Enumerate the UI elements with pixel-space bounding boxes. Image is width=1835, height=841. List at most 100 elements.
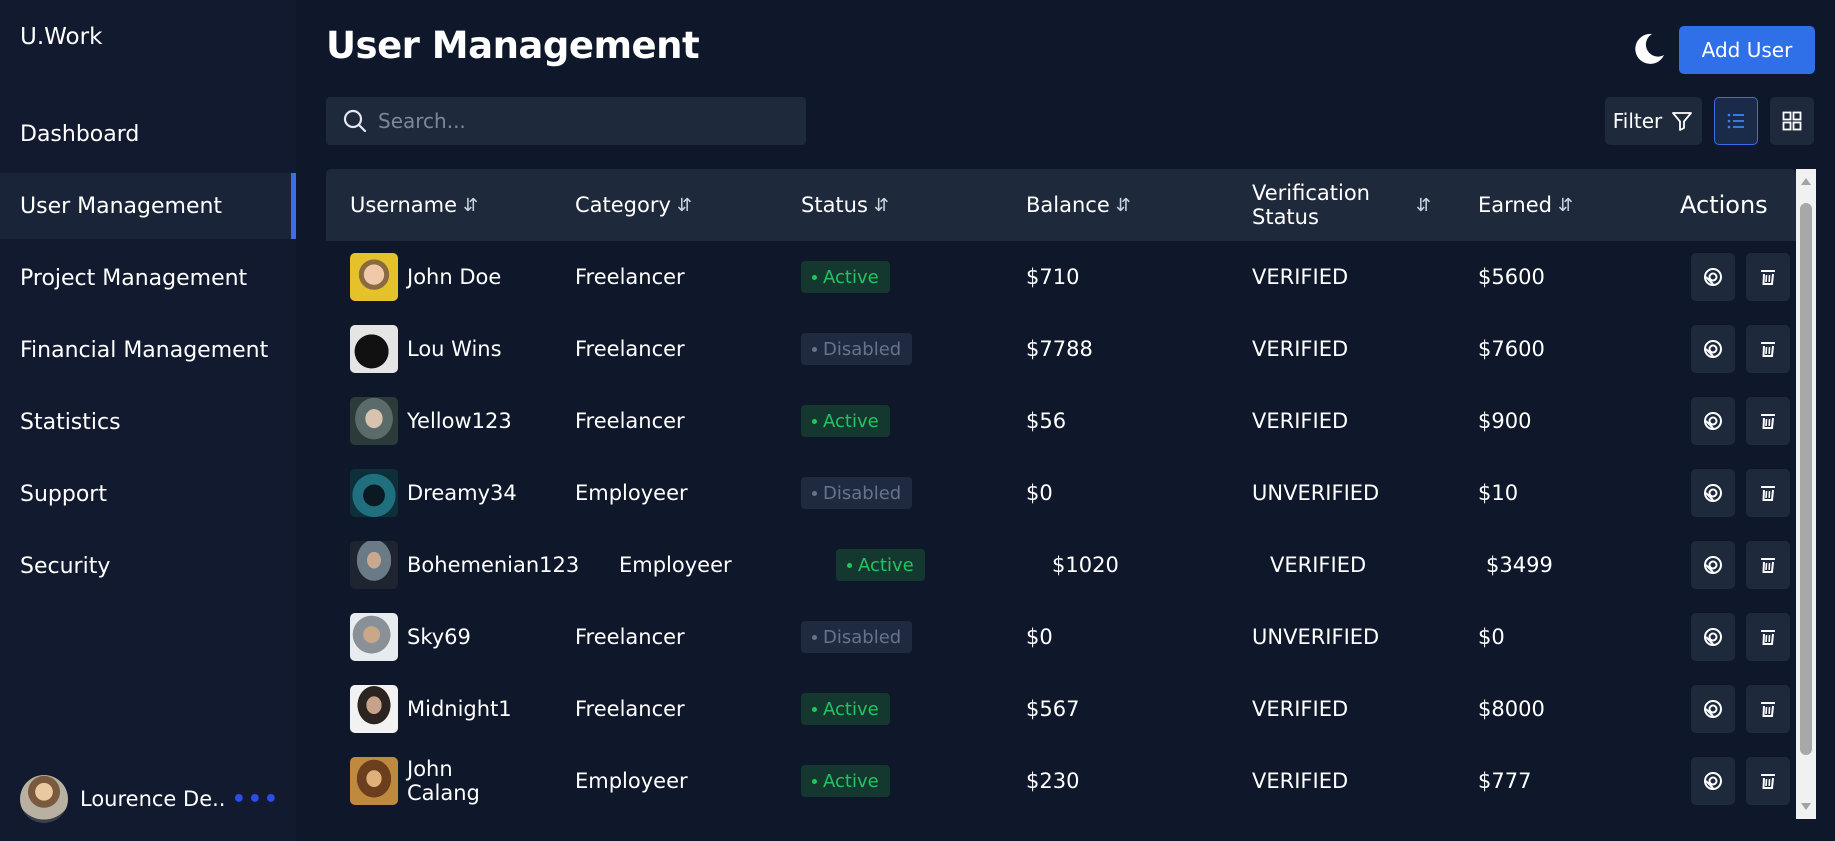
users-table: Username ⇵ Category ⇵ Status ⇵ Balance ⇵ Ver… xyxy=(326,169,1796,841)
column-label: Verification Status xyxy=(1252,181,1370,229)
view-button[interactable] xyxy=(1691,397,1735,445)
trash-icon xyxy=(1761,630,1775,645)
status-label: Active xyxy=(858,554,914,576)
delete-button[interactable] xyxy=(1746,397,1790,445)
table-header: Username ⇵ Category ⇵ Status ⇵ Balance ⇵ Ver… xyxy=(326,169,1796,241)
category-cell: Employeer xyxy=(619,553,732,577)
delete-button[interactable] xyxy=(1746,325,1790,373)
page-title: User Management xyxy=(326,24,700,67)
column-header-username[interactable]: Username ⇵ xyxy=(350,169,478,241)
column-label: Category xyxy=(575,193,671,217)
scroll-up-arrow[interactable] xyxy=(1796,171,1816,191)
column-header-category[interactable]: Category ⇵ xyxy=(575,169,692,241)
username-cell: Midnight1 xyxy=(350,673,512,745)
balance-cell: $0 xyxy=(1026,625,1053,649)
view-button[interactable] xyxy=(1691,325,1735,373)
view-icon xyxy=(1704,700,1722,718)
sidebar-item-financial-management[interactable]: Financial Management xyxy=(0,317,296,383)
verification-cell: UNVERIFIED xyxy=(1252,481,1380,505)
table-row[interactable]: Lou Wins Freelancer Disabled $7788 VERIF… xyxy=(326,313,1796,385)
trash-icon xyxy=(1761,486,1775,501)
grid-view-button[interactable] xyxy=(1770,97,1814,145)
theme-toggle-button[interactable] xyxy=(1628,28,1670,70)
view-icon xyxy=(1704,556,1722,574)
filter-button[interactable]: Filter xyxy=(1605,97,1702,145)
more-options-button[interactable]: ••• xyxy=(232,787,280,812)
status-dot xyxy=(812,778,817,784)
list-view-button[interactable] xyxy=(1714,97,1758,145)
status-dot xyxy=(812,706,817,712)
balance-cell: $710 xyxy=(1026,265,1080,289)
category-cell: Freelancer xyxy=(575,697,685,721)
search-bar xyxy=(326,97,806,145)
status-dot xyxy=(847,562,852,568)
user-profile[interactable]: Lourence De... ••• xyxy=(20,775,280,823)
table-row[interactable]: John Calang Employeer Active $230 VERIFI… xyxy=(326,745,1796,817)
avatar xyxy=(350,757,398,805)
table-row[interactable]: Yellow123 Freelancer Active $56 VERIFIED… xyxy=(326,385,1796,457)
username-cell: John Doe xyxy=(350,241,501,313)
view-button[interactable] xyxy=(1691,541,1735,589)
username-cell: Sky69 xyxy=(350,601,471,673)
earned-cell: $5600 xyxy=(1478,265,1545,289)
add-user-button[interactable]: Add User xyxy=(1679,26,1815,74)
table-row[interactable]: Bohemenian123 Employeer Active $1020 VER… xyxy=(326,529,1796,601)
column-header-status[interactable]: Status ⇵ xyxy=(801,169,889,241)
status-cell: Disabled xyxy=(801,457,913,529)
column-header-earned[interactable]: Earned ⇵ xyxy=(1478,169,1573,241)
table-row[interactable]: Midnight1 Freelancer Active $567 VERIFIE… xyxy=(326,673,1796,745)
status-badge: Disabled xyxy=(801,621,913,653)
view-button[interactable] xyxy=(1691,253,1735,301)
delete-button[interactable] xyxy=(1746,469,1790,517)
sidebar-item-project-management[interactable]: Project Management xyxy=(0,245,296,311)
trash-icon xyxy=(1761,414,1775,429)
status-label: Disabled xyxy=(823,338,902,360)
table-scrollbar[interactable] xyxy=(1796,169,1816,819)
sidebar-item-security[interactable]: Security xyxy=(0,533,296,599)
table-row[interactable]: Sky69 Freelancer Disabled $0 UNVERIFIED … xyxy=(326,601,1796,673)
avatar xyxy=(350,397,398,445)
verification-cell: VERIFIED xyxy=(1270,553,1367,577)
username: Sky69 xyxy=(407,625,471,649)
scroll-down-arrow[interactable] xyxy=(1796,797,1816,817)
sidebar-item-user-management[interactable]: User Management xyxy=(0,173,296,239)
sidebar-item-dashboard[interactable]: Dashboard xyxy=(0,101,296,167)
view-button[interactable] xyxy=(1691,757,1735,805)
status-cell: Active xyxy=(801,241,890,313)
avatar xyxy=(350,613,398,661)
status-dot xyxy=(812,418,817,424)
brand-logo[interactable]: U.Work xyxy=(20,24,102,50)
sort-icon: ⇵ xyxy=(463,194,479,216)
view-button[interactable] xyxy=(1691,685,1735,733)
delete-button[interactable] xyxy=(1746,685,1790,733)
table-row[interactable]: John Doe Freelancer Active $710 VERIFIED… xyxy=(326,241,1796,313)
column-header-verification-status[interactable]: Verification Status ⇵ xyxy=(1252,169,1431,241)
status-badge: Active xyxy=(801,765,890,797)
username: Yellow123 xyxy=(407,409,512,433)
search-input[interactable] xyxy=(378,109,798,133)
view-button[interactable] xyxy=(1691,469,1735,517)
delete-button[interactable] xyxy=(1746,253,1790,301)
delete-button[interactable] xyxy=(1746,757,1790,805)
avatar xyxy=(350,541,398,589)
table-row[interactable]: Dreamy34 Employeer Disabled $0 UNVERIFIE… xyxy=(326,457,1796,529)
column-header-balance[interactable]: Balance ⇵ xyxy=(1026,169,1131,241)
view-button[interactable] xyxy=(1691,613,1735,661)
delete-button[interactable] xyxy=(1746,541,1790,589)
view-icon xyxy=(1704,340,1722,358)
status-badge: Active xyxy=(836,549,925,581)
view-icon xyxy=(1704,268,1722,286)
earned-cell: $0 xyxy=(1478,625,1505,649)
sidebar-item-support[interactable]: Support xyxy=(0,461,296,527)
earned-cell: $3499 xyxy=(1486,553,1553,577)
status-cell: Active xyxy=(801,745,890,817)
verification-cell: VERIFIED xyxy=(1252,337,1349,361)
scrollbar-thumb[interactable] xyxy=(1800,203,1812,755)
trash-icon xyxy=(1761,270,1775,285)
username-cell: Lou Wins xyxy=(350,313,502,385)
sidebar-item-statistics[interactable]: Statistics xyxy=(0,389,296,455)
status-cell: Active xyxy=(801,673,890,745)
username: Lou Wins xyxy=(407,337,502,361)
column-label: Status xyxy=(801,193,868,217)
delete-button[interactable] xyxy=(1746,613,1790,661)
